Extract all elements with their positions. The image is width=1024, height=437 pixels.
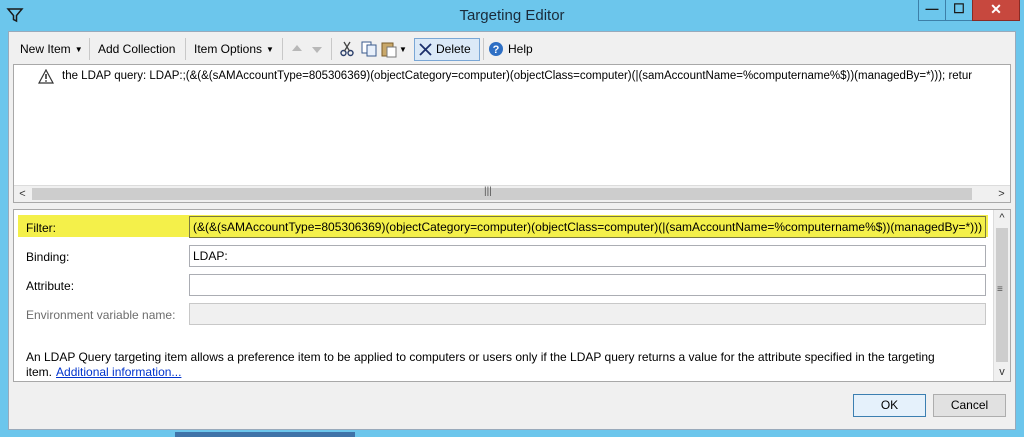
horizontal-scrollbar[interactable]: < ||| >: [14, 185, 1010, 202]
close-icon: ✕: [990, 1, 1002, 17]
environment-variable-input: [189, 303, 986, 325]
cut-icon[interactable]: [338, 40, 356, 58]
svg-text:?: ?: [493, 44, 500, 56]
grip-icon: ≡: [997, 284, 1003, 295]
scrollbar-thumb[interactable]: [32, 188, 972, 200]
toolbar-separator: [282, 38, 283, 60]
filter-input[interactable]: (&(&(sAMAccountType=805306369)(objectCat…: [189, 216, 986, 238]
additional-information-link[interactable]: Additional information...: [56, 365, 181, 379]
chevron-down-icon[interactable]: ▼: [399, 41, 407, 59]
minimize-icon: —: [925, 1, 939, 16]
help-button[interactable]: Help: [508, 40, 533, 58]
close-button[interactable]: ✕: [972, 0, 1020, 21]
toolbar: New Item▼ Add Collection Item Options▼: [9, 32, 1015, 64]
new-item-label: New Item: [20, 42, 71, 56]
window-title: Targeting Editor: [459, 7, 565, 24]
ok-button[interactable]: OK: [853, 394, 926, 417]
cancel-button[interactable]: Cancel: [933, 394, 1006, 417]
scroll-down-icon[interactable]: v: [994, 364, 1010, 381]
targeting-editor-window: Targeting Editor — ☐ ✕ New Item ▼ Add Col…: [0, 0, 1024, 437]
targeting-tree[interactable]: the LDAP query: LDAP:;(&(&(sAMAccountTyp…: [13, 64, 1011, 203]
scroll-left-icon[interactable]: <: [14, 186, 31, 202]
vertical-scrollbar[interactable]: ^ ≡ v: [993, 210, 1010, 381]
taskbar-strip: [0, 430, 1024, 437]
chevron-down-icon: ▼: [74, 45, 83, 54]
attribute-label: Attribute:: [26, 279, 75, 293]
dialog-client: New Item▼ Add Collection Item Options▼: [8, 31, 1016, 430]
scroll-right-icon[interactable]: >: [993, 186, 1010, 202]
item-options-label: Item Options: [194, 42, 263, 56]
toolbar-separator: [185, 38, 186, 60]
move-up-icon[interactable]: [288, 40, 306, 58]
item-options-button[interactable]: Item Options ▼: [194, 40, 274, 58]
filter-label: Filter:: [26, 221, 56, 235]
minimize-button[interactable]: —: [918, 0, 946, 21]
tree-item-label: the LDAP query: LDAP:;(&(&(sAMAccountTyp…: [62, 70, 973, 82]
binding-input[interactable]: LDAP:: [189, 245, 986, 267]
taskbar-highlight: [175, 432, 355, 437]
new-item-button[interactable]: New Item ▼: [20, 40, 83, 58]
title-bar[interactable]: Targeting Editor — ☐ ✕: [0, 0, 1024, 31]
delete-button[interactable]: Delete: [414, 38, 480, 61]
toolbar-separator: [89, 38, 90, 60]
maximize-button[interactable]: ☐: [945, 0, 973, 21]
toolbar-separator: [331, 38, 332, 60]
maximize-icon: ☐: [953, 1, 965, 16]
binding-label: Binding:: [26, 250, 70, 264]
grip-icon: |||: [484, 186, 492, 197]
paste-icon[interactable]: [380, 40, 398, 58]
add-collection-button[interactable]: Add Collection: [98, 40, 175, 58]
scrollbar-thumb[interactable]: [996, 228, 1008, 362]
environment-variable-label: Environment variable name:: [26, 308, 176, 322]
toolbar-separator: [483, 38, 484, 60]
copy-icon[interactable]: [360, 40, 378, 58]
attribute-input[interactable]: [189, 274, 986, 296]
move-down-icon[interactable]: [308, 40, 326, 58]
delete-label: Delete: [436, 42, 471, 56]
description-text: An LDAP Query targeting item allows a pr…: [26, 350, 986, 380]
warning-icon: [38, 69, 54, 84]
scroll-up-icon[interactable]: ^: [994, 210, 1010, 227]
help-icon[interactable]: ?: [487, 40, 505, 58]
properties-panel: Filter: (&(&(sAMAccountType=805306369)(o…: [13, 209, 1011, 382]
delete-icon: [419, 43, 432, 56]
chevron-down-icon: ▼: [266, 45, 274, 54]
